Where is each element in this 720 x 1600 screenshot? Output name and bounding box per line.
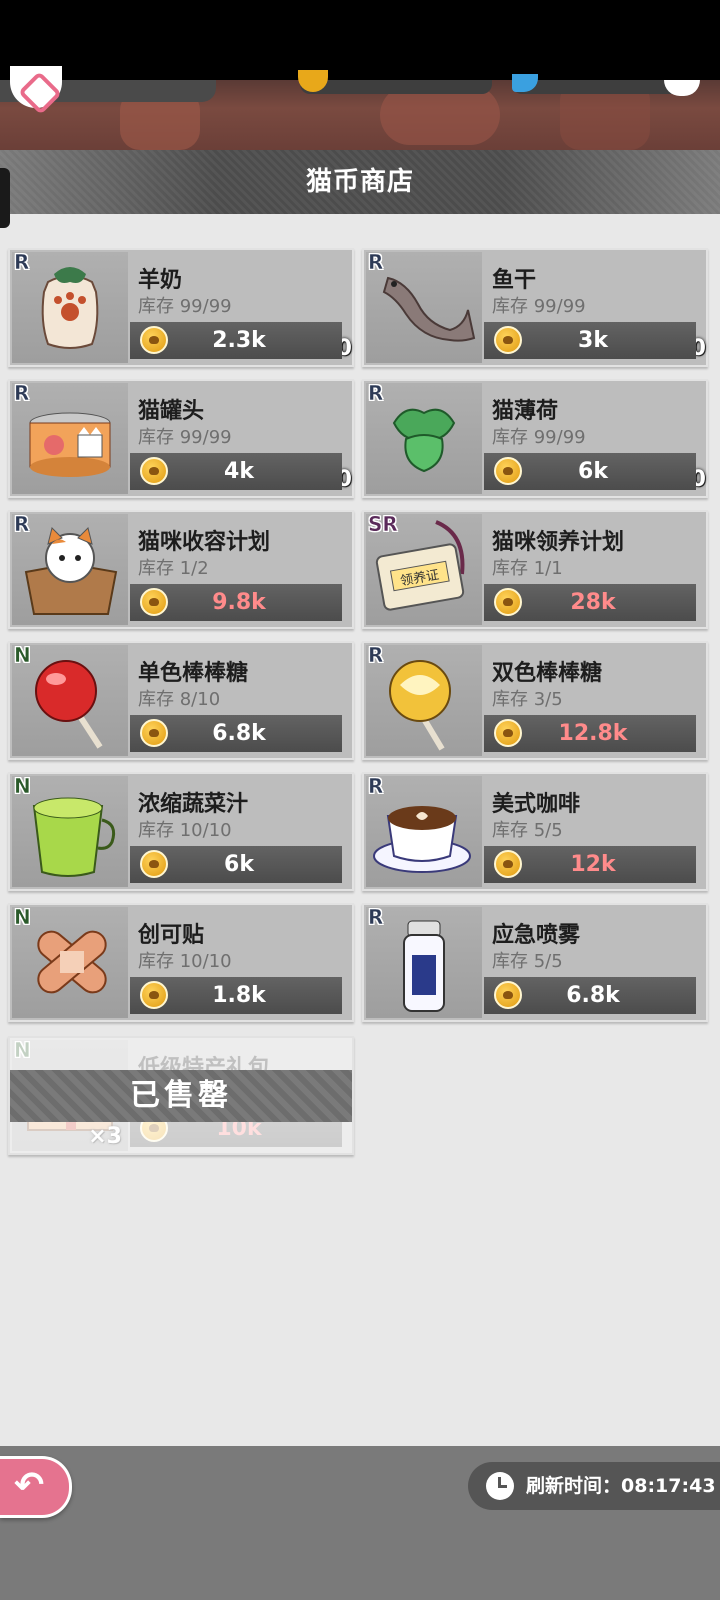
price-button[interactable]: 12k [484, 846, 696, 883]
item-name: 猫咪收容计划 [138, 530, 271, 555]
rarity-badge: R [14, 381, 30, 406]
item-name: 猫薄荷 [492, 399, 559, 424]
item-name: 单色棒棒糖 [138, 661, 249, 686]
price-button[interactable]: 28k [484, 584, 696, 621]
rarity-badge: R [368, 905, 384, 930]
item-name: 鱼干 [492, 268, 537, 293]
paw-coin-icon [494, 850, 522, 878]
refresh-timer: 刷新时间：08:17:43 [468, 1462, 720, 1510]
shop-item-card[interactable]: N 单色棒棒糖库存 8/10 6.8k [8, 641, 354, 760]
rarity-badge: R [368, 774, 384, 799]
rarity-badge: R [368, 250, 384, 275]
paw-coin-icon [494, 981, 522, 1009]
item-name: 羊奶 [138, 268, 183, 293]
item-stock: 库存 99/99 [138, 296, 232, 317]
back-arrow-icon: ↶ [14, 1465, 45, 1506]
paw-coin-icon [140, 588, 168, 616]
rarity-badge: R [14, 250, 30, 275]
shop-item-card[interactable]: R×1000羊奶库存 99/992.3k [8, 248, 354, 367]
paw-coin-icon [494, 588, 522, 616]
item-price: 12.8k [558, 721, 628, 746]
shop-item-card[interactable]: R×1000猫薄荷库存 99/996k [362, 379, 708, 498]
price-button[interactable]: 6.8k [130, 715, 342, 752]
rarity-badge: R [368, 643, 384, 668]
item-stock: 库存 3/5 [492, 689, 563, 710]
price-button[interactable]: 3k [484, 322, 696, 359]
coin-icon [298, 70, 328, 92]
paw-coin-icon [494, 457, 522, 485]
paw-coin-icon [140, 326, 168, 354]
item-stock: 库存 10/10 [138, 820, 232, 841]
back-button[interactable]: ↶ [0, 1456, 72, 1518]
item-name: 浓缩蔬菜汁 [138, 792, 249, 817]
item-stock: 库存 1/1 [492, 558, 563, 579]
price-button[interactable]: 6.8k [484, 977, 696, 1014]
item-price: 6k [224, 852, 254, 877]
item-price: 28k [570, 590, 616, 615]
item-name: 猫咪领养计划 [492, 530, 625, 555]
refresh-label: 刷新时间： [526, 1475, 622, 1497]
item-price: 3k [578, 328, 608, 353]
shop-item-card[interactable]: N 创可贴库存 10/10 1.8k [8, 903, 354, 1022]
rarity-badge: SR [368, 512, 398, 537]
page-title: 猫币商店 [305, 167, 414, 197]
item-stock: 库存 8/10 [138, 689, 221, 710]
shop-item-card[interactable]: R 应急喷雾库存 5/5 6.8k [362, 903, 708, 1022]
price-button[interactable]: 6k [484, 453, 696, 490]
item-stock: 库存 99/99 [138, 427, 232, 448]
shop-item-card-sold: N×3低级特产礼包10k已售罄 [8, 1036, 354, 1155]
item-stock: 库存 99/99 [492, 427, 586, 448]
shop-item-card[interactable]: R×1000鱼干库存 99/993k [362, 248, 708, 367]
shop-item-card[interactable]: R×1000猫罐头库存 99/994k [8, 379, 354, 498]
item-stock: 库存 10/10 [138, 951, 232, 972]
price-button[interactable]: 1.8k [130, 977, 342, 1014]
price-button[interactable]: 4k [130, 453, 342, 490]
paw-coin-icon [140, 981, 168, 1009]
status-bar [0, 0, 720, 80]
item-name: 应急喷雾 [492, 923, 581, 948]
item-name: 美式咖啡 [492, 792, 581, 817]
item-price: 4k [224, 459, 254, 484]
item-stock: 库存 1/2 [138, 558, 209, 579]
clock-icon [486, 1472, 514, 1500]
side-tab-handle[interactable] [0, 168, 10, 228]
item-price: 6.8k [212, 721, 266, 746]
shop-item-card[interactable]: R 双色棒棒糖库存 3/5 12.8k [362, 641, 708, 760]
rarity-badge: N [14, 905, 31, 930]
shop-header: 猫币商店 [0, 150, 720, 214]
shop-item-card[interactable]: N 浓缩蔬菜汁库存 10/10 6k [8, 772, 354, 891]
price-button[interactable]: 9.8k [130, 584, 342, 621]
refresh-time: 08:17:43 [621, 1475, 716, 1497]
paw-coin-icon [494, 326, 522, 354]
rarity-badge: N [14, 643, 31, 668]
item-name: 猫罐头 [138, 399, 205, 424]
rarity-badge: R [368, 381, 384, 406]
item-name: 双色棒棒糖 [492, 661, 603, 686]
item-price: 12k [570, 852, 616, 877]
paw-coin-icon [494, 719, 522, 747]
shop-item-card[interactable]: 领养证 SR 猫咪领养计划 库存 1/1 28k [362, 510, 708, 629]
item-price: 6k [578, 459, 608, 484]
item-price: 9.8k [212, 590, 266, 615]
item-price: 2.3k [212, 328, 266, 353]
price-button[interactable]: 6k [130, 846, 342, 883]
rarity-badge: R [14, 512, 30, 537]
shop-item-card[interactable]: R 猫咪收容计划库存 1/2 9.8k [8, 510, 354, 629]
item-price: 1.8k [212, 983, 266, 1008]
rarity-badge: N [14, 774, 31, 799]
item-stock: 库存 5/5 [492, 820, 563, 841]
paw-coin-icon [140, 719, 168, 747]
shop-item-card[interactable]: R 美式咖啡库存 5/5 12k [362, 772, 708, 891]
item-stock: 库存 5/5 [492, 951, 563, 972]
coin-balance-pill [298, 70, 492, 94]
fish-icon [512, 74, 538, 92]
price-button[interactable]: 2.3k [130, 322, 342, 359]
paw-coin-icon [140, 457, 168, 485]
item-stock: 库存 99/99 [492, 296, 586, 317]
price-button[interactable]: 12.8k [484, 715, 696, 752]
item-price: 6.8k [566, 983, 620, 1008]
paw-coin-icon [140, 850, 168, 878]
sold-out-banner: 已售罄 [10, 1070, 352, 1122]
item-name: 创可贴 [138, 923, 205, 948]
